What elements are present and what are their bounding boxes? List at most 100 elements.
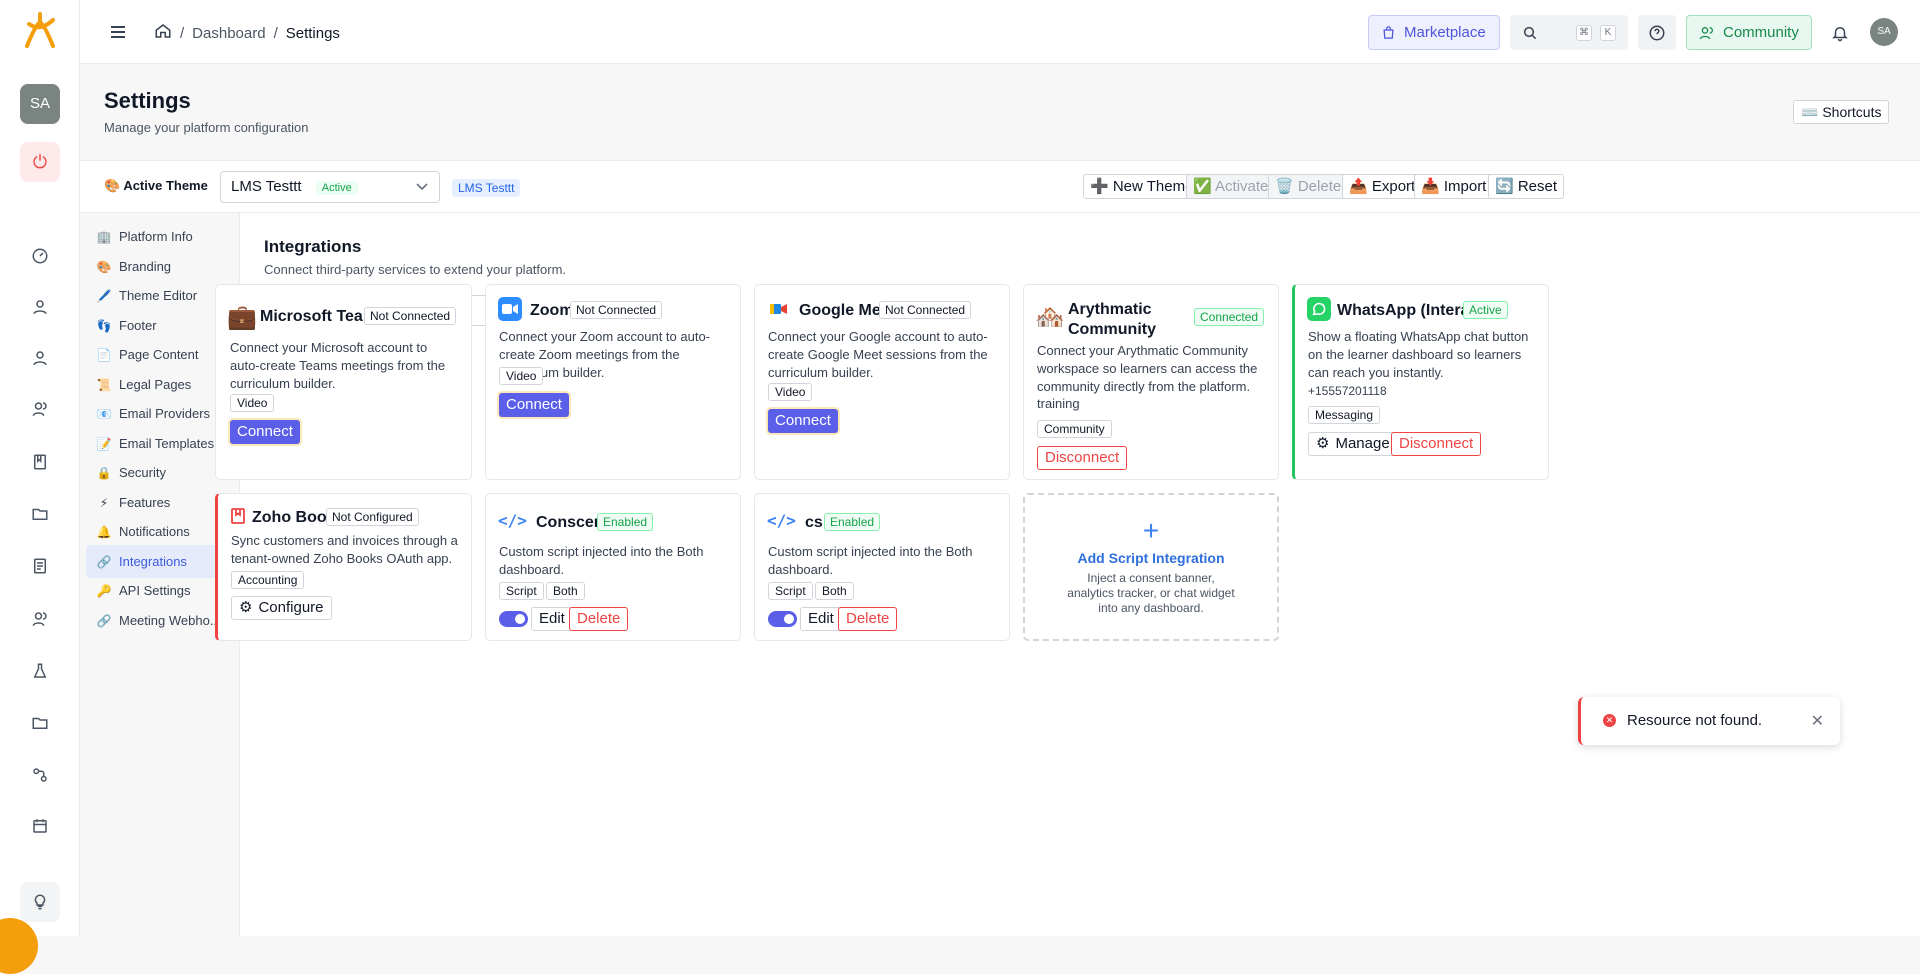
manage-label: Manage: [1335, 435, 1390, 452]
section-description: Connect third-party services to extend y…: [264, 262, 567, 277]
dashboard-gauge-icon[interactable]: [24, 240, 56, 272]
delete-button[interactable]: Delete: [569, 607, 629, 631]
user-avatar[interactable]: SA: [20, 84, 60, 124]
reset-theme-button[interactable]: 🔄 Reset: [1488, 174, 1565, 199]
building-icon: 🏢: [96, 229, 112, 244]
integration-card-zoho-books: Zoho Books Not Configured Sync customers…: [215, 493, 472, 641]
theme-name-chip: LMS Testtt: [452, 179, 521, 197]
new-theme-button[interactable]: ➕ New Theme: [1083, 174, 1201, 199]
connect-button[interactable]: Connect: [230, 420, 300, 444]
integration-card-microsoft-teams: 💼 Microsoft Teams Not Connected Connect …: [215, 284, 472, 480]
home-icon[interactable]: [154, 22, 172, 44]
top-user-avatar[interactable]: SA: [1870, 18, 1898, 46]
card-title: Zoom: [530, 302, 574, 319]
page-title: Settings: [104, 88, 191, 113]
connect-button[interactable]: Connect: [499, 393, 569, 417]
breadcrumb-separator: /: [273, 24, 278, 42]
lightbulb-icon[interactable]: [20, 882, 60, 922]
nav-item-meeting-webhooks[interactable]: 🔗 Meeting Webho...: [86, 604, 233, 637]
community-label: Community: [1723, 24, 1799, 41]
integration-card-zoom: Zoom Not Connected Connect your Zoom acc…: [485, 284, 741, 480]
gear-icon: ⚙: [1316, 435, 1330, 452]
email-icon: 📧: [96, 406, 112, 421]
edit-button[interactable]: Edit: [800, 607, 842, 631]
breadcrumb-dashboard[interactable]: Dashboard: [192, 25, 265, 42]
add-script-title: Add Script Integration: [1077, 550, 1225, 566]
nav-item-api-settings[interactable]: 🔑 API Settings: [86, 574, 233, 607]
nav-item-platform-info[interactable]: 🏢 Platform Info: [86, 220, 233, 253]
manage-button[interactable]: ⚙ Manage: [1308, 432, 1398, 456]
active-theme-label: 🎨 Active Theme: [104, 178, 208, 193]
folder-icon[interactable]: [24, 498, 56, 530]
code-icon: </>: [498, 511, 527, 530]
status-badge: Enabled: [597, 513, 654, 531]
users-icon[interactable]: [24, 393, 56, 425]
hamburger-menu-icon[interactable]: [106, 20, 130, 44]
briefcase-icon: 💼: [227, 303, 257, 331]
report-icon[interactable]: [24, 550, 56, 582]
nav-item-label: Email Templates: [119, 436, 215, 451]
nav-item-label: API Settings: [119, 583, 191, 598]
kbd-k: K: [1600, 24, 1616, 41]
delete-theme-button[interactable]: 🗑️ Delete: [1268, 174, 1349, 199]
nav-item-theme-editor[interactable]: 🖊️ Theme Editor: [86, 279, 233, 312]
shortcuts-button[interactable]: ⌨️ Shortcuts: [1793, 100, 1890, 124]
enabled-toggle[interactable]: [768, 611, 797, 627]
category-tag: Messaging: [1308, 406, 1381, 424]
calendar-icon[interactable]: [24, 810, 56, 842]
marketplace-button[interactable]: Marketplace: [1368, 15, 1500, 50]
global-search-button[interactable]: ⌘ K: [1510, 15, 1628, 50]
scope-tag: Both: [815, 582, 854, 600]
palette-icon: 🎨: [96, 259, 112, 274]
workspace-name: training: [1037, 396, 1080, 411]
code-icon: </>: [767, 511, 796, 530]
disconnect-button[interactable]: Disconnect: [1037, 446, 1128, 470]
status-badge: Active: [1463, 301, 1508, 319]
enabled-toggle[interactable]: [499, 611, 528, 627]
nav-item-label: Email Providers: [119, 406, 211, 421]
help-button[interactable]: [1638, 15, 1676, 50]
theme-select[interactable]: LMS Testtt Active: [220, 171, 440, 203]
help-launcher-button[interactable]: [0, 918, 38, 974]
folder-alt-icon[interactable]: [24, 707, 56, 739]
nav-item-label: Features: [119, 495, 171, 510]
configure-button[interactable]: ⚙ Configure: [231, 596, 332, 620]
logout-icon[interactable]: ⏻: [20, 142, 60, 182]
book-icon[interactable]: [24, 446, 56, 478]
export-theme-button[interactable]: 📤 Export: [1342, 174, 1423, 199]
category-tag: Video: [499, 367, 544, 385]
theme-select-value: LMS Testtt: [231, 178, 302, 195]
brand-logo-icon[interactable]: [20, 12, 60, 52]
activate-theme-button[interactable]: ✅ Activate: [1186, 174, 1276, 199]
lock-icon: 🔒: [96, 465, 112, 480]
nav-item-email-providers[interactable]: 📧 Email Providers: [86, 397, 233, 430]
chevron-down-icon: [415, 172, 429, 213]
nav-item-page-content[interactable]: 📄 Page Content: [86, 338, 233, 371]
user-alt-icon[interactable]: [24, 342, 56, 374]
workflow-icon[interactable]: [24, 759, 56, 791]
team-icon[interactable]: [24, 603, 56, 635]
gear-icon: ⚙: [239, 599, 253, 616]
connect-button[interactable]: Connect: [768, 409, 838, 433]
key-icon: 🔑: [96, 583, 112, 598]
nav-item-label: Platform Info: [119, 229, 193, 244]
delete-button[interactable]: Delete: [838, 607, 898, 631]
nav-item-notifications[interactable]: 🔔 Notifications: [86, 515, 233, 548]
bell-icon: 🔔: [96, 524, 112, 539]
shopping-bag-icon: [1383, 26, 1394, 39]
section-title: Integrations: [264, 237, 362, 256]
houses-icon: 🏘️: [1035, 303, 1065, 331]
import-theme-button[interactable]: 📥 Import: [1414, 174, 1494, 199]
edit-button[interactable]: Edit: [531, 607, 573, 631]
add-script-integration-card[interactable]: + Add Script Integration Inject a consen…: [1023, 493, 1279, 641]
close-icon[interactable]: ✕: [1811, 711, 1824, 731]
disconnect-button[interactable]: Disconnect: [1391, 432, 1482, 456]
community-button[interactable]: Community: [1686, 15, 1812, 50]
nav-item-security[interactable]: 🔒 Security: [86, 456, 233, 489]
card-description: Custom script injected into the Both das…: [768, 544, 973, 577]
nav-item-label: Meeting Webho...: [119, 613, 221, 628]
notifications-button[interactable]: [1822, 15, 1858, 50]
page-icon: 📄: [96, 347, 112, 362]
flask-icon[interactable]: [24, 655, 56, 687]
user-icon[interactable]: [24, 291, 56, 323]
